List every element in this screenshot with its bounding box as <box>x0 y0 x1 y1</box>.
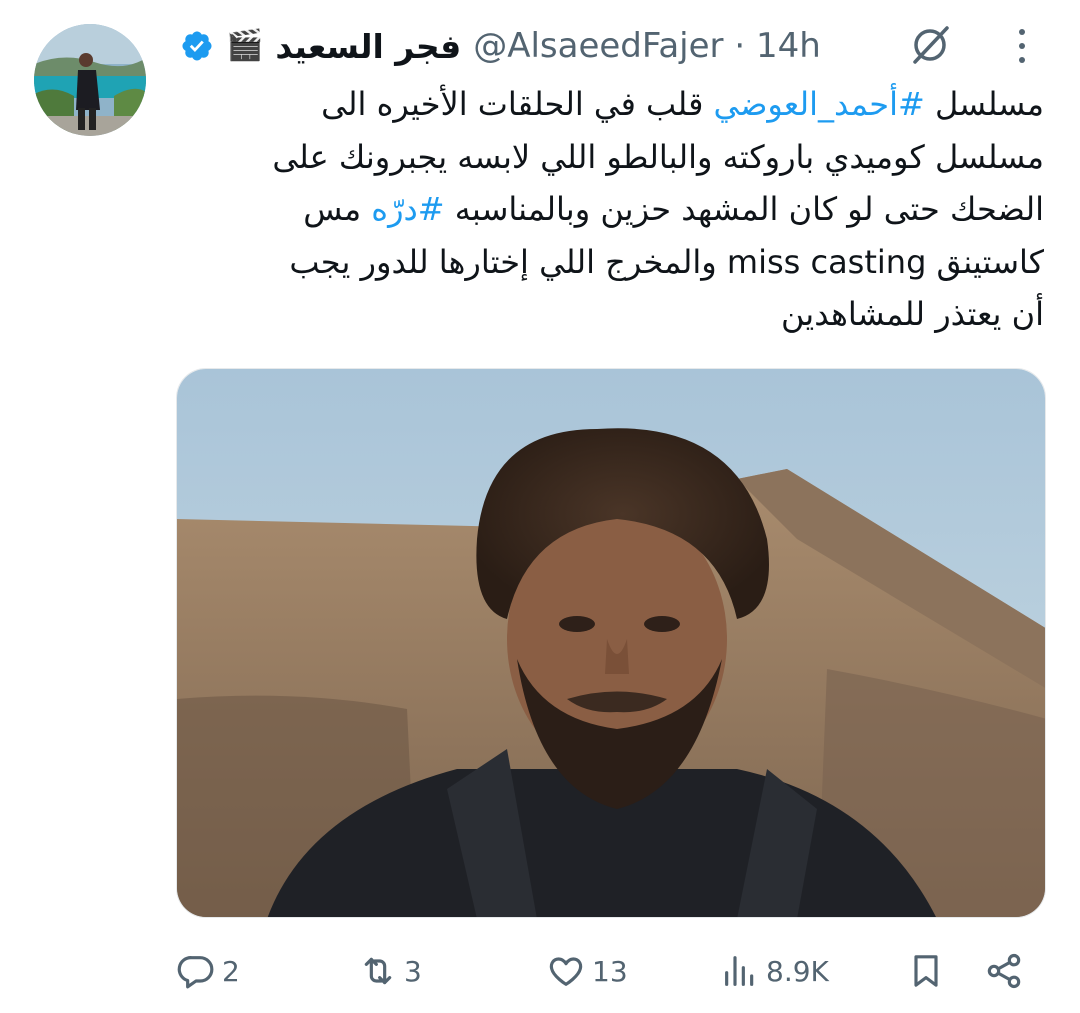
reply-icon <box>177 956 214 989</box>
separator: · <box>734 26 746 66</box>
tweet-text-line: مسلسل #أحمد_العوضي قلب في الحلقات الأخير… <box>176 78 1044 131</box>
hashtag-link[interactable]: #أحمد_العوضي <box>714 85 925 123</box>
text-segment: أن يعتذر للمشاهدين <box>780 295 1044 333</box>
reply-count: 2 <box>222 954 240 988</box>
tweet-text-line: الضحك حتى لو كان المشهد حزين وبالمناسبه … <box>176 183 1044 236</box>
display-name[interactable]: فجر السعيد <box>275 27 461 66</box>
share-button[interactable] <box>984 946 1024 996</box>
tweet-text-line: أن يعتذر للمشاهدين <box>176 288 1044 341</box>
user-handle[interactable]: @AlsaeedFajer <box>473 26 723 66</box>
handle-and-time: @AlsaeedFajer · 14h <box>473 26 821 66</box>
avatar-image <box>34 24 146 136</box>
like-button[interactable]: 13 <box>546 946 628 996</box>
reply-button[interactable]: 2 <box>176 946 240 996</box>
text-segment: مس <box>303 190 372 228</box>
tweet-text: مسلسل #أحمد_العوضي قلب في الحلقات الأخير… <box>176 78 1044 341</box>
views-button[interactable]: 8.9K <box>720 946 829 996</box>
hashtag-link[interactable]: #درّه <box>371 190 444 228</box>
retweet-icon <box>364 957 392 985</box>
text-segment: مسلسل <box>924 85 1044 123</box>
photo-image <box>177 369 1045 917</box>
text-segment: كاستينق miss casting والمخرج اللي إختاره… <box>289 242 1044 281</box>
timestamp[interactable]: 14h <box>756 26 821 66</box>
views-icon <box>725 956 754 986</box>
text-segment: قلب في الحلقات الأخيره الى <box>321 85 714 123</box>
avatar[interactable] <box>34 24 146 136</box>
like-count: 13 <box>592 954 628 988</box>
bookmark-icon <box>914 955 938 987</box>
tweet-text-line: كاستينق miss casting والمخرج اللي إختاره… <box>176 236 1044 289</box>
text-segment: مسلسل كوميدي باروكته والبالطو اللي لابسه… <box>272 137 1044 176</box>
text-segment: الضحك حتى لو كان المشهد حزين وبالمناسبه <box>444 190 1044 228</box>
heart-icon <box>549 957 583 986</box>
verified-badge-icon <box>182 31 212 61</box>
views-count: 8.9K <box>766 954 829 988</box>
share-icon <box>987 953 1021 989</box>
bookmark-button[interactable] <box>906 946 946 996</box>
retweet-button[interactable]: 3 <box>358 946 422 996</box>
more-vertical-icon[interactable] <box>1008 24 1036 68</box>
retweet-count: 3 <box>404 954 422 988</box>
grok-icon[interactable] <box>906 20 954 68</box>
camera-emoji: 🎬 <box>226 28 264 63</box>
tweet-text-line: مسلسل كوميدي باروكته والبالطو اللي لابسه… <box>176 131 1044 184</box>
tweet-photo[interactable] <box>176 368 1046 918</box>
